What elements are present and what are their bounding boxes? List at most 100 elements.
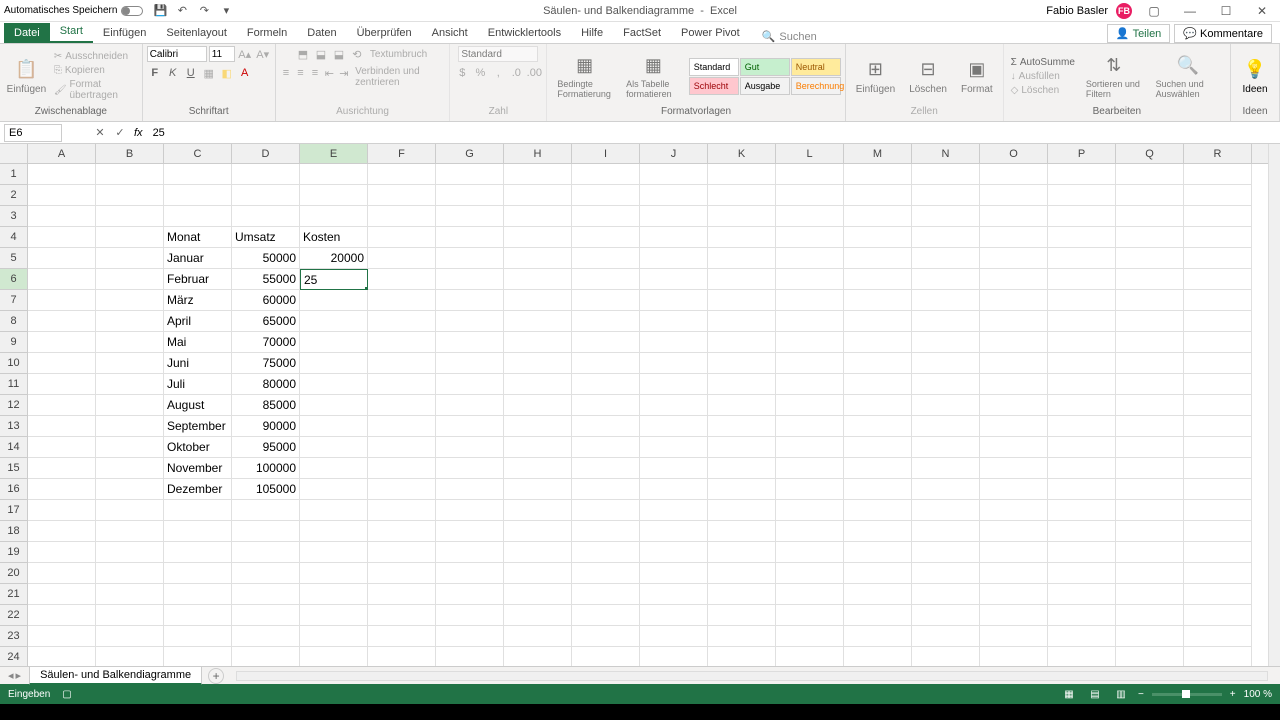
cell-I7[interactable] [572, 290, 640, 311]
cell-G8[interactable] [436, 311, 504, 332]
cell-M17[interactable] [844, 500, 912, 521]
cell-E18[interactable] [300, 521, 368, 542]
cell-J13[interactable] [640, 416, 708, 437]
cell-C7[interactable]: März [164, 290, 232, 311]
tab-entwicklertools[interactable]: Entwicklertools [478, 23, 571, 43]
cell-R15[interactable] [1184, 458, 1252, 479]
cell-F11[interactable] [368, 374, 436, 395]
cell-A17[interactable] [28, 500, 96, 521]
cell-C16[interactable]: Dezember [164, 479, 232, 500]
cell-C12[interactable]: August [164, 395, 232, 416]
cell-D7[interactable]: 60000 [232, 290, 300, 311]
cell-K14[interactable] [708, 437, 776, 458]
cell-M7[interactable] [844, 290, 912, 311]
align-middle-icon[interactable]: ⬓ [313, 46, 329, 62]
cell-G3[interactable] [436, 206, 504, 227]
cell-D14[interactable]: 95000 [232, 437, 300, 458]
column-headers[interactable]: ABCDEFGHIJKLMNOPQR [28, 144, 1268, 164]
cell-E11[interactable] [300, 374, 368, 395]
row-header-12[interactable]: 12 [0, 395, 27, 416]
tab-formeln[interactable]: Formeln [237, 23, 297, 43]
cell-D18[interactable] [232, 521, 300, 542]
row-header-20[interactable]: 20 [0, 563, 27, 584]
share-button[interactable]: 👤 Teilen [1107, 24, 1170, 43]
cell-M18[interactable] [844, 521, 912, 542]
cell-G21[interactable] [436, 584, 504, 605]
cell-A15[interactable] [28, 458, 96, 479]
cell-R2[interactable] [1184, 185, 1252, 206]
cell-R4[interactable] [1184, 227, 1252, 248]
cell-M11[interactable] [844, 374, 912, 395]
cell-Q11[interactable] [1116, 374, 1184, 395]
cell-R14[interactable] [1184, 437, 1252, 458]
cell-F1[interactable] [368, 164, 436, 185]
percent-icon[interactable]: % [472, 65, 488, 81]
cell-N1[interactable] [912, 164, 980, 185]
cell-C9[interactable]: Mai [164, 332, 232, 353]
close-icon[interactable]: ✕ [1248, 2, 1276, 20]
cell-N17[interactable] [912, 500, 980, 521]
cell-F10[interactable] [368, 353, 436, 374]
cell-A23[interactable] [28, 626, 96, 647]
cell-C18[interactable] [164, 521, 232, 542]
tab-file[interactable]: Datei [4, 23, 50, 43]
cell-I13[interactable] [572, 416, 640, 437]
cell-L13[interactable] [776, 416, 844, 437]
cell-K24[interactable] [708, 647, 776, 666]
row-header-22[interactable]: 22 [0, 605, 27, 626]
cell-Q10[interactable] [1116, 353, 1184, 374]
row-header-21[interactable]: 21 [0, 584, 27, 605]
currency-icon[interactable]: $ [454, 65, 470, 81]
page-break-icon[interactable]: ▥ [1112, 687, 1130, 701]
row-header-13[interactable]: 13 [0, 416, 27, 437]
cell-I17[interactable] [572, 500, 640, 521]
cell-M22[interactable] [844, 605, 912, 626]
cell-A3[interactable] [28, 206, 96, 227]
cell-R16[interactable] [1184, 479, 1252, 500]
cell-P9[interactable] [1048, 332, 1116, 353]
cell-R7[interactable] [1184, 290, 1252, 311]
cell-O16[interactable] [980, 479, 1048, 500]
cell-C22[interactable] [164, 605, 232, 626]
cells-area[interactable]: MonatUmsatzKostenJanuar5000020000Februar… [28, 164, 1268, 666]
cell-R5[interactable] [1184, 248, 1252, 269]
cell-F13[interactable] [368, 416, 436, 437]
col-header-E[interactable]: E [300, 144, 368, 163]
cell-B18[interactable] [96, 521, 164, 542]
zoom-slider[interactable] [1152, 693, 1222, 696]
cell-A9[interactable] [28, 332, 96, 353]
cell-C15[interactable]: November [164, 458, 232, 479]
copy-button[interactable]: ⎘Kopieren [51, 64, 138, 77]
cell-M16[interactable] [844, 479, 912, 500]
cell-C4[interactable]: Monat [164, 227, 232, 248]
macro-record-icon[interactable]: ▢ [62, 689, 71, 700]
cell-J1[interactable] [640, 164, 708, 185]
name-box[interactable]: E6 [4, 124, 62, 142]
cell-I21[interactable] [572, 584, 640, 605]
cell-Q7[interactable] [1116, 290, 1184, 311]
cell-K10[interactable] [708, 353, 776, 374]
col-header-K[interactable]: K [708, 144, 776, 163]
cell-J17[interactable] [640, 500, 708, 521]
cell-H15[interactable] [504, 458, 572, 479]
cell-I24[interactable] [572, 647, 640, 666]
cell-O7[interactable] [980, 290, 1048, 311]
cell-P2[interactable] [1048, 185, 1116, 206]
italic-icon[interactable]: K [165, 65, 181, 81]
cell-G12[interactable] [436, 395, 504, 416]
cell-N5[interactable] [912, 248, 980, 269]
align-left-icon[interactable]: ≡ [280, 65, 292, 81]
cell-M6[interactable] [844, 269, 912, 290]
cell-C8[interactable]: April [164, 311, 232, 332]
cell-K6[interactable] [708, 269, 776, 290]
insert-cells-button[interactable]: ⊞Einfügen [850, 56, 901, 97]
cell-I14[interactable] [572, 437, 640, 458]
row-header-24[interactable]: 24 [0, 647, 27, 666]
cell-P19[interactable] [1048, 542, 1116, 563]
cell-R20[interactable] [1184, 563, 1252, 584]
cell-K3[interactable] [708, 206, 776, 227]
clear-button[interactable]: ◇Löschen [1008, 84, 1078, 97]
cell-L9[interactable] [776, 332, 844, 353]
cell-J22[interactable] [640, 605, 708, 626]
cell-M24[interactable] [844, 647, 912, 666]
